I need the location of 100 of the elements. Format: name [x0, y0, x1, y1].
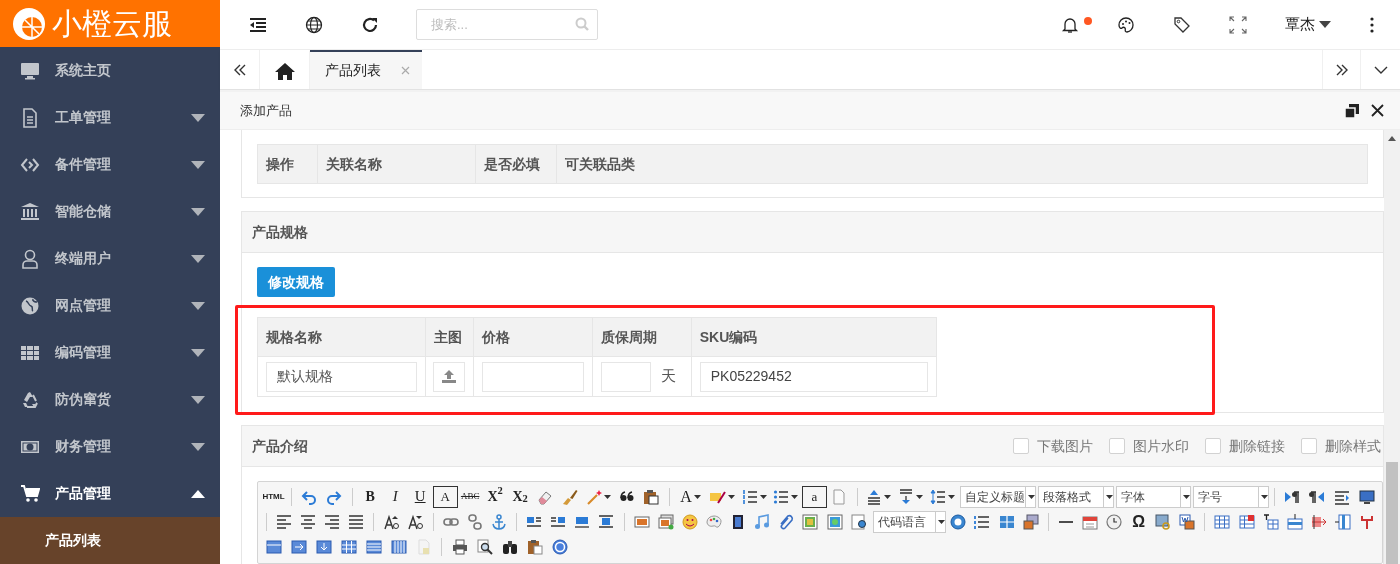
- image-icon[interactable]: [633, 513, 650, 530]
- caret-icon[interactable]: [191, 207, 205, 216]
- format-button[interactable]: X$_{2}$: [507, 485, 533, 508]
- clipboard-icon[interactable]: [643, 488, 660, 505]
- page-tab[interactable]: 产品列表: [310, 50, 422, 89]
- checkbox[interactable]: [1205, 438, 1221, 454]
- sidebar-item[interactable]: 终端用户: [0, 235, 220, 282]
- caret-icon[interactable]: [191, 254, 205, 263]
- caret-icon[interactable]: [191, 113, 205, 122]
- caret-icon[interactable]: [191, 160, 205, 169]
- brush-icon[interactable]: [561, 488, 578, 505]
- format-button[interactable]: A: [432, 485, 458, 508]
- sidebar-item[interactable]: 编码管理: [0, 329, 220, 376]
- ltr-paragraph-icon[interactable]: [1284, 488, 1301, 505]
- tag-icon[interactable]: [1173, 15, 1191, 34]
- fullscreen-icon[interactable]: [1229, 15, 1247, 34]
- panels-icon[interactable]: [998, 513, 1015, 530]
- double-chevron-right-icon[interactable]: [1334, 62, 1349, 77]
- format-button[interactable]: X$^{2}$: [482, 485, 508, 508]
- menu-indent-icon[interactable]: [249, 15, 267, 34]
- picture-icon[interactable]: [802, 513, 819, 530]
- bell-icon[interactable]: [1061, 15, 1079, 34]
- images-icon[interactable]: [657, 513, 674, 530]
- calendar-icon[interactable]: [1081, 513, 1098, 530]
- indent-icon[interactable]: [1333, 488, 1350, 505]
- toolbar-select[interactable]: 字号: [1193, 485, 1269, 508]
- upload-button[interactable]: [433, 361, 466, 392]
- checkbox[interactable]: [1109, 438, 1125, 454]
- format-button[interactable]: I: [382, 485, 408, 508]
- close-icon[interactable]: [1371, 104, 1384, 117]
- music-note-icon[interactable]: [754, 513, 771, 530]
- table-down-icon[interactable]: [315, 538, 332, 555]
- scrollbar-thumb[interactable]: [1386, 462, 1398, 564]
- anchor-icon[interactable]: [490, 513, 507, 530]
- align-center-icon[interactable]: [300, 513, 317, 530]
- checkbox[interactable]: [1013, 438, 1029, 454]
- format-button[interactable]: Ω: [1126, 510, 1152, 533]
- preview-icon[interactable]: [476, 538, 493, 555]
- table-icon[interactable]: [1214, 513, 1231, 530]
- justify-icon[interactable]: [348, 513, 365, 530]
- sidebar-item[interactable]: 系统主页: [0, 47, 220, 94]
- checkbox[interactable]: [1301, 438, 1317, 454]
- caret-icon[interactable]: [191, 489, 205, 498]
- restore-icon[interactable]: [1345, 103, 1359, 118]
- caret-icon[interactable]: [191, 348, 205, 357]
- redo-icon[interactable]: [326, 488, 343, 505]
- palette-icon[interactable]: [1117, 15, 1135, 34]
- binoculars-icon[interactable]: [501, 538, 518, 555]
- sidebar-item[interactable]: 财务管理: [0, 423, 220, 470]
- format-button[interactable]: B: [357, 485, 383, 508]
- insert-column-icon[interactable]: [1310, 513, 1327, 530]
- sidebar-item[interactable]: 智能仓储: [0, 188, 220, 235]
- screen-image-icon[interactable]: [1022, 513, 1039, 530]
- align-right-icon[interactable]: [324, 513, 341, 530]
- scroll-up-icon[interactable]: [1388, 136, 1396, 141]
- sidebar-item[interactable]: 防伪窜货: [0, 376, 220, 423]
- scrollbar[interactable]: [1384, 130, 1400, 564]
- table-columns-icon[interactable]: [390, 538, 407, 555]
- format-button[interactable]: HTML: [261, 485, 286, 508]
- spec-name-field[interactable]: 默认规格: [266, 361, 417, 392]
- toolbar-select[interactable]: 自定义标题: [960, 485, 1037, 508]
- font-color-button[interactable]: A: [680, 484, 692, 509]
- paste-icon[interactable]: [526, 538, 543, 555]
- undo-icon[interactable]: [301, 488, 318, 505]
- paperclip-icon[interactable]: [778, 513, 795, 530]
- table-header-icon[interactable]: [265, 538, 282, 555]
- insert-row-icon[interactable]: [1286, 513, 1303, 530]
- warranty-field[interactable]: [601, 361, 651, 392]
- rtl-paragraph-icon[interactable]: [1308, 488, 1325, 505]
- format-button[interactable]: ABC: [457, 485, 483, 508]
- table-rows-icon[interactable]: [365, 538, 382, 555]
- caret-icon[interactable]: [191, 442, 205, 451]
- sku-field[interactable]: PK05229452: [699, 361, 928, 392]
- sidebar-item[interactable]: 网点管理: [0, 282, 220, 329]
- toolbar-select[interactable]: 字体: [1115, 485, 1192, 508]
- format-button[interactable]: a: [801, 485, 827, 508]
- picture-icon[interactable]: [826, 513, 843, 530]
- caret-icon[interactable]: [191, 301, 205, 310]
- sidebar-item[interactable]: 产品管理: [0, 470, 220, 517]
- format-button[interactable]: U: [407, 485, 433, 508]
- font-enlarge-icon[interactable]: [383, 513, 400, 530]
- refresh-icon[interactable]: [361, 15, 379, 34]
- image-link-icon[interactable]: [1155, 513, 1172, 530]
- user-menu[interactable]: 覃杰: [1266, 0, 1350, 50]
- search-field[interactable]: 搜索...: [416, 9, 598, 40]
- table-title-icon[interactable]: [1262, 513, 1279, 530]
- image-center-icon[interactable]: [598, 513, 615, 530]
- unlink-icon[interactable]: [466, 513, 483, 530]
- more-icon[interactable]: [1370, 16, 1374, 33]
- list-icon[interactable]: [974, 513, 991, 530]
- word-image-icon[interactable]: [1179, 513, 1196, 530]
- sidebar-item[interactable]: 备件管理: [0, 141, 220, 188]
- chevron-down-icon[interactable]: [1373, 65, 1388, 74]
- clock-icon[interactable]: [1106, 513, 1123, 530]
- smiley-icon[interactable]: [681, 513, 698, 530]
- sidebar-subitem[interactable]: 产品列表: [0, 517, 220, 564]
- print-icon[interactable]: [451, 538, 468, 555]
- monitor-icon[interactable]: [1358, 488, 1375, 505]
- double-chevron-left-icon[interactable]: [232, 62, 247, 77]
- table-grid-icon[interactable]: [340, 538, 357, 555]
